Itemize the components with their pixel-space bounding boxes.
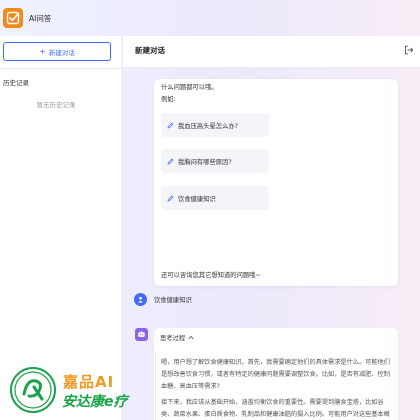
user-message: 饮食健康知识: [134, 293, 192, 306]
robot-icon: [138, 330, 145, 337]
history-empty-text: 暂无历史记录: [36, 101, 76, 109]
top-bar: AI问答: [0, 0, 420, 36]
suggestion-label: 饮食健康知识: [178, 195, 216, 203]
user-icon: [137, 296, 144, 303]
new-chat-button[interactable]: + 新建对话: [3, 42, 111, 61]
welcome-footer: 还可以咨询您其它想知道的问题哦~: [161, 272, 261, 279]
pencil-icon: [167, 122, 174, 128]
bot-avatar: [135, 328, 148, 341]
main-header: 新建对话: [123, 36, 420, 68]
page-title: 新建对话: [135, 46, 165, 55]
welcome-line: 什么问题都可以哦。: [161, 84, 218, 91]
logout-icon[interactable]: [404, 45, 414, 55]
pencil-icon: [167, 195, 174, 201]
sidebar-divider: [0, 68, 121, 69]
app-title: AI问答: [29, 13, 52, 23]
user-avatar: [134, 293, 147, 306]
thinking-toggle[interactable]: 思考过程: [160, 333, 194, 342]
thinking-label: 思考过程: [160, 335, 186, 342]
app-logo: [3, 8, 23, 28]
history-title: 历史记录: [3, 79, 29, 87]
chevron-up-icon: [188, 336, 194, 340]
answer-card: 思考过程 嗯，用户想了解饮食健康知识。首先，我需要确定他们的具体需求是什么。可能…: [154, 328, 398, 420]
suggestion-label: 我胸闷有哪些原因?: [178, 158, 232, 166]
thinking-divider: [155, 353, 156, 420]
welcome-card: 什么问题都可以哦。 例如: 我血压高头晕怎么办? 我胸闷有哪些原因? 饮食健康知…: [154, 79, 398, 286]
plus-icon: +: [39, 46, 46, 56]
user-message-text: 饮食健康知识: [154, 297, 192, 304]
thinking-paragraph: 接下来，我应该从基础开始，涵盖均衡饮食的重要性。需要提到膳食宝塔，比如谷类、蔬菜…: [161, 399, 390, 418]
sidebar: + 新建对话 历史记录 暂无历史记录: [0, 36, 122, 420]
welcome-example-label: 例如:: [161, 96, 176, 103]
main-panel: 新建对话 什么问题都可以哦。 例如: 我血压高头晕怎么办? 我胸闷有哪些原因?: [123, 36, 420, 420]
thinking-paragraph: 嗯，用户想了解饮食健康知识。首先，我需要确定他们的具体需求是什么。可能他们是想改…: [161, 359, 390, 390]
new-chat-label: 新建对话: [48, 48, 75, 57]
pencil-icon: [167, 158, 174, 164]
suggestion-item[interactable]: 我胸闷有哪些原因?: [161, 149, 269, 173]
suggestion-item[interactable]: 我血压高头晕怎么办?: [161, 113, 269, 137]
checkmark-icon: [6, 11, 20, 25]
suggestion-item[interactable]: 饮食健康知识: [161, 186, 269, 210]
chat-content[interactable]: 什么问题都可以哦。 例如: 我血压高头晕怎么办? 我胸闷有哪些原因? 饮食健康知…: [123, 69, 420, 420]
suggestion-label: 我血压高头晕怎么办?: [178, 122, 239, 130]
